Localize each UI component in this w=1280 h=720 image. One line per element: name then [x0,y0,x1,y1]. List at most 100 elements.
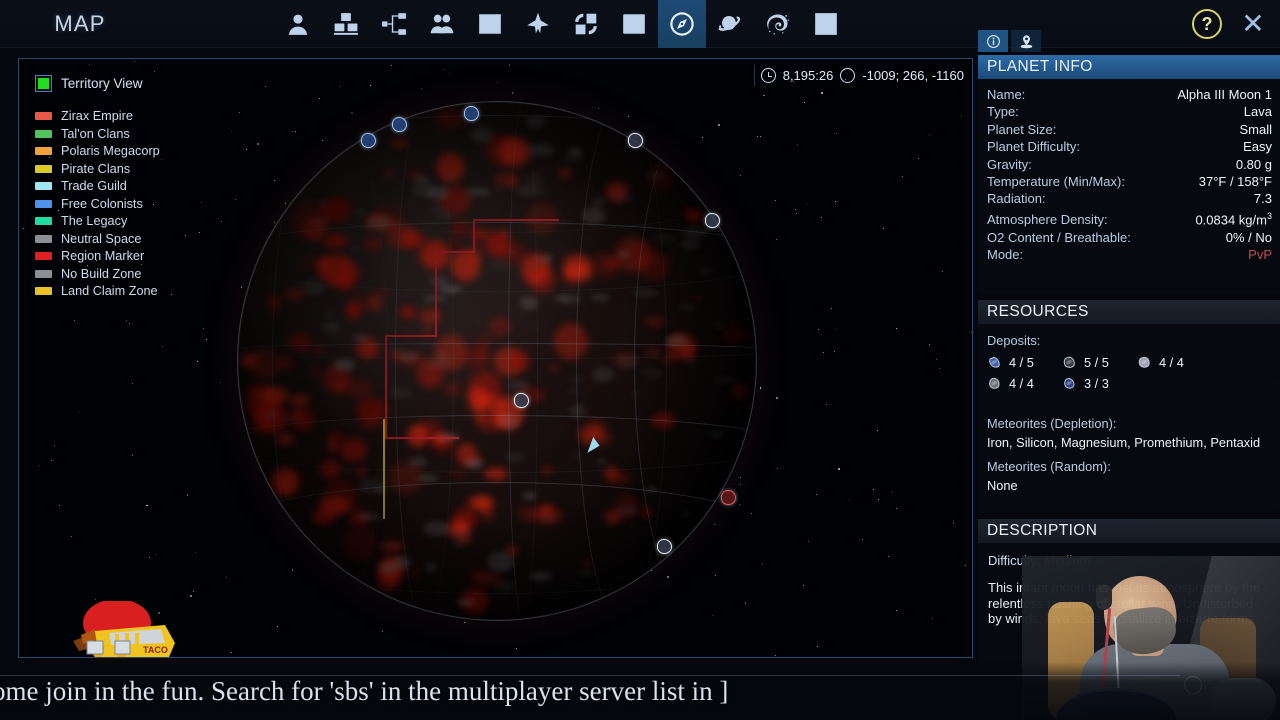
planet-info-value: 0.0834 kg/m3 [1195,210,1272,228]
resources-body: Deposits: 4 / 5 5 / 5 4 / 4 4 / 4 3 / 3 Mete… [978,324,1280,513]
planet-info-row: Gravity: 0.80 g [987,156,1272,173]
toolbar-structure-button[interactable] [370,0,418,48]
legend-item[interactable]: Polaris Megacorp [35,144,160,158]
map-viewport[interactable]: Territory View Zirax Empire Tal'on Clans P… [18,58,973,658]
planet-info-row: O2 Content / Breathable: 0% / No [987,229,1272,246]
planet-info-row: Name: Alpha III Moon 1 [987,86,1272,103]
legend-rows: Zirax Empire Tal'on Clans Polaris Megacorp… [35,109,160,298]
legend-item[interactable]: Tal'on Clans [35,127,160,141]
page-title: MAP [54,10,106,36]
legend-item[interactable]: The Legacy [35,214,160,228]
legend-color-chip [35,164,52,173]
ore-deposit-icon-1 [989,356,1000,368]
legend-color-chip [35,182,52,190]
legend-color-chip [35,112,52,120]
planet-info-label: Gravity: [987,156,1032,172]
planet-info-value: 0.80 g [1235,156,1272,172]
main-toolbar [274,0,850,48]
legend-item[interactable]: Zirax Empire [35,109,160,123]
ore-deposit-icon-5 [1064,378,1075,389]
planet-info-value: Small [1239,121,1272,137]
planet-surface [237,101,757,621]
svg-text:TACO: TACO [143,645,168,655]
resources-heading: RESOURCES [978,300,1280,324]
legend-color-chip [35,147,52,155]
deposit-item[interactable]: 5 / 5 [1062,352,1129,373]
deposit-item[interactable]: 4 / 4 [987,373,1054,394]
meteorites-random-value: None [987,478,1018,493]
toolbar-faction-button[interactable] [418,0,466,48]
legend-item-label: Region Marker [61,249,145,263]
meteorites-depletion-label: Meteorites (Depletion): [987,416,1117,431]
deposit-count: 4 / 4 [1009,376,1034,391]
legend-item-label: Pirate Clans [61,161,131,176]
ticker-text: ome join in the fun. Search for 'sbs' in… [0,675,729,706]
map-marker[interactable] [721,490,736,505]
planet-globe[interactable] [237,101,757,621]
ore-deposit-icon-4 [989,377,1000,389]
planet-info-label: Atmosphere Density: [987,212,1108,228]
map-marker[interactable] [657,539,672,554]
legend-header[interactable]: Territory View [35,75,160,92]
map-marker[interactable] [514,393,529,408]
planet-info-row: Mode: PvP [987,246,1272,263]
territory-legend: Territory View Zirax Empire Tal'on Clans P… [35,75,160,302]
map-marker[interactable] [392,117,407,132]
legend-item-label: The Legacy [61,214,128,228]
planet-info-label: Mode: [987,246,1024,262]
panel-tab-location[interactable] [1011,30,1041,52]
toolbar-player-button[interactable] [274,0,322,48]
legend-title: Territory View [61,76,143,91]
planet-info-row: Radiation: 7.3 [987,190,1272,207]
legend-color-chip [35,234,52,243]
toolbar-map-button[interactable] [658,0,706,48]
deposit-item[interactable]: 4 / 4 [1137,352,1204,373]
panel-tab-info[interactable] [978,30,1008,52]
ore-deposit-icon-3 [1138,356,1150,368]
meteorites-depletion-block: Meteorites (Depletion): Iron, Silicon, M… [987,416,1270,450]
toolbar-control-panel-button[interactable] [466,0,514,48]
planet-info-label: Temperature (Min/Max): [987,174,1125,190]
planet-info-label: Type: [987,104,1019,120]
planet-info-row: Planet Difficulty: Easy [987,138,1272,155]
planet-info-row: Planet Size: Small [987,121,1272,138]
legend-item-label: Tal'on Clans [61,126,130,141]
map-marker[interactable] [464,106,479,121]
legend-item[interactable]: Land Claim Zone [35,284,160,298]
legend-item[interactable]: Trade Guild [35,179,160,193]
legend-item[interactable]: No Build Zone [35,267,160,281]
planet-info-row: Type: Lava [987,103,1272,120]
legend-color-chip [35,287,52,295]
planet-info-value: 7.3 [1253,191,1272,207]
territory-view-swatch [38,78,49,89]
map-marker[interactable] [361,133,376,148]
deposit-item[interactable]: 4 / 5 [987,352,1054,373]
playtime-value: 8,195:26 [782,68,834,83]
map-marker[interactable] [628,133,643,148]
legend-item[interactable]: Neutral Space [35,232,160,246]
toolbar-settings-button[interactable] [802,0,850,48]
planet-info-value: Alpha III Moon 1 [1177,87,1272,102]
legend-item[interactable]: Free Colonists [35,197,160,211]
meteorites-depletion-value: Iron, Silicon, Magnesium, Promethium, Pe… [987,435,1261,450]
map-marker[interactable] [705,213,720,228]
toolbar-galaxy-button[interactable] [754,0,802,48]
territory-view-checkbox[interactable] [35,75,52,92]
deposit-count: 4 / 5 [1009,355,1034,370]
legend-item[interactable]: Region Marker [35,249,160,263]
deposit-item[interactable]: 3 / 3 [1062,373,1129,394]
planet-info-value: Easy [1243,139,1272,155]
deposit-count: 5 / 5 [1084,355,1109,370]
legend-item-label: Land Claim Zone [61,284,158,298]
toolbar-planet-button[interactable] [706,0,754,48]
meteorites-random-label: Meteorites (Random): [987,459,1111,474]
toolbar-inventory-button[interactable] [322,0,370,48]
toolbar-registry-button[interactable] [610,0,658,48]
legend-item[interactable]: Pirate Clans [35,162,160,176]
legend-color-chip [35,217,52,225]
planet-info-value: Lava [1243,104,1272,120]
planet-info-label: O2 Content / Breathable: [987,229,1131,245]
toolbar-ship-button[interactable] [514,0,562,48]
toolbar-repair-button[interactable] [562,0,610,48]
deposits-list: 4 / 5 5 / 5 4 / 4 4 / 4 3 / 3 [987,352,1270,394]
